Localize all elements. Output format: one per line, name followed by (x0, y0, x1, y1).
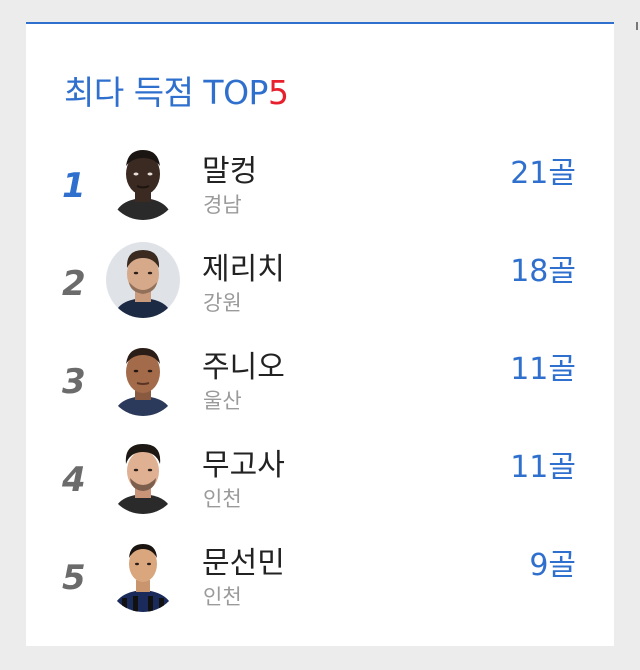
player-name: 제리치 (202, 252, 285, 287)
widget-title: 최다 득점 TOP5 (64, 66, 289, 114)
rank-number: 5 (62, 558, 86, 598)
player-photo-icon (106, 438, 180, 514)
player-team: 강원 (203, 291, 242, 315)
player-name: 주니오 (202, 350, 285, 385)
rank-number: 4 (62, 460, 86, 500)
player-team: 울산 (203, 389, 242, 413)
player-team: 경남 (203, 193, 242, 217)
player-row-4[interactable]: 4 무고사 인천 11골 (26, 438, 614, 536)
player-team: 인천 (203, 585, 242, 609)
goal-count: 9골 (529, 548, 576, 583)
player-name: 무고사 (202, 448, 285, 483)
player-row-3[interactable]: 3 주니오 울산 11골 (26, 340, 614, 438)
title-main: 최다 득점 TOP (64, 73, 268, 112)
player-photo-icon (106, 340, 180, 416)
rank-number: 2 (62, 264, 86, 304)
player-name: 문선민 (202, 546, 285, 581)
goal-count: 21골 (510, 156, 576, 191)
goal-count: 11골 (510, 450, 576, 485)
player-row-5[interactable]: 5 문선민 인천 9골 (26, 536, 614, 634)
player-row-2[interactable]: 2 제리치 강원 18골 (26, 242, 614, 340)
rank-number: 3 (62, 362, 86, 402)
goal-count: 18골 (510, 254, 576, 289)
player-photo-icon (106, 242, 180, 318)
player-name: 말컹 (202, 154, 258, 189)
player-photo-icon (106, 144, 180, 220)
goal-count: 11골 (510, 352, 576, 387)
edge-divider (636, 22, 638, 30)
rank-number: 1 (62, 166, 86, 206)
player-team: 인천 (203, 487, 242, 511)
title-highlight: 5 (267, 73, 289, 112)
top-scorers-card: 최다 득점 TOP5 1 말컹 경남 21골 2 제리치 강원 18골 3 주니… (26, 22, 614, 646)
player-row-1[interactable]: 1 말컹 경남 21골 (26, 144, 614, 242)
player-photo-icon (106, 536, 180, 612)
